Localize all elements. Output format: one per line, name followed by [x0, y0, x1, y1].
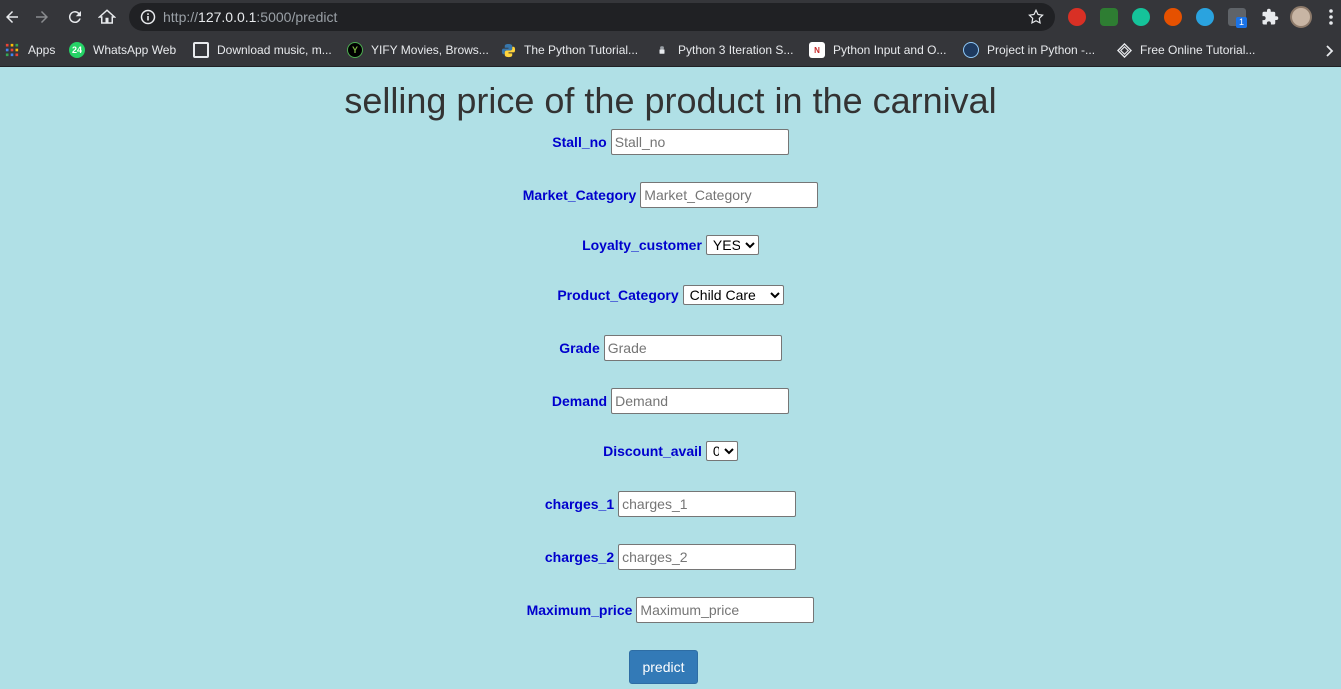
bookmark-star-icon[interactable]	[1027, 8, 1045, 26]
product-category-select[interactable]: Child Care	[682, 285, 784, 305]
extension-icon[interactable]	[1100, 8, 1118, 26]
bookmark-label: Python 3 Iteration S...	[678, 43, 794, 57]
form-row-grade: Grade	[0, 335, 1341, 361]
telegram-extension-icon[interactable]	[1196, 8, 1214, 26]
kebab-menu-icon[interactable]	[1326, 8, 1336, 26]
bookmark-label: YIFY Movies, Brows...	[371, 43, 489, 57]
form-row-loyalty-customer: Loyalty_customer YES	[0, 235, 1341, 255]
bookmark-label: Download music, m...	[217, 43, 332, 57]
form-row-maximum-price: Maximum_price	[0, 597, 1341, 623]
form-row-demand: Demand	[0, 388, 1341, 414]
address-bar[interactable]: http://127.0.0.1:5000/predict	[129, 3, 1055, 31]
back-arrow-icon	[6, 11, 18, 23]
bookmark-site-icon: N	[809, 42, 825, 58]
whatsapp-icon: 24	[69, 42, 85, 58]
reload-icon	[68, 11, 81, 24]
url-text: http://127.0.0.1:5000/predict	[163, 9, 337, 25]
discount-avail-label: Discount_avail	[603, 443, 702, 459]
tutorial-site-icon	[1116, 42, 1132, 58]
bookmark-label: The Python Tutorial...	[524, 43, 639, 57]
download-site-icon	[193, 42, 209, 58]
bookmark-python-iteration[interactable]: Python 3 Iteration S...	[654, 40, 793, 60]
url-prefix: http://	[163, 9, 199, 25]
adblock-extension-icon[interactable]	[1068, 8, 1086, 26]
maximum-price-label: Maximum_price	[526, 602, 633, 618]
python-icon	[500, 42, 516, 58]
bookmark-python-input-output[interactable]: N Python Input and O...	[809, 40, 946, 60]
url-host: 127.0.0.1	[198, 9, 257, 25]
form-row-charges-2: charges_2	[0, 544, 1341, 570]
extension-icon[interactable]	[1164, 8, 1182, 26]
globe-icon	[963, 42, 979, 58]
market-category-label: Market_Category	[522, 187, 637, 203]
bookmark-python-tutorial[interactable]: The Python Tutorial...	[500, 40, 638, 60]
loyalty-customer-label: Loyalty_customer	[582, 237, 702, 253]
forward-arrow-icon	[36, 11, 48, 23]
extension-badge: 1	[1236, 17, 1248, 28]
charges-1-input[interactable]	[618, 491, 797, 517]
maximum-price-input[interactable]	[636, 597, 815, 623]
demand-input[interactable]	[611, 388, 790, 414]
forward-button[interactable]	[30, 5, 54, 29]
apps-grid-icon	[4, 42, 20, 58]
form-row-stall-no: Stall_no	[0, 129, 1341, 155]
home-icon	[98, 9, 116, 24]
home-button[interactable]	[95, 5, 119, 29]
yify-icon: Y	[347, 42, 363, 58]
loyalty-customer-select[interactable]: YES	[705, 235, 759, 255]
bookmark-label: Project in Python -...	[987, 43, 1096, 57]
profile-avatar[interactable]	[1290, 6, 1312, 28]
charges-2-input[interactable]	[618, 544, 797, 570]
info-icon[interactable]	[140, 9, 156, 25]
predict-button[interactable]: predict	[629, 650, 698, 684]
stall-no-input[interactable]	[610, 129, 789, 155]
browser-toolbar: http://127.0.0.1:5000/predict 1	[0, 0, 1341, 34]
bookmark-download-music[interactable]: Download music, m...	[193, 40, 332, 60]
bookmark-label: Free Online Tutorial...	[1140, 43, 1256, 57]
bookmark-label: WhatsApp Web	[93, 43, 177, 57]
page-title: selling price of the product in the carn…	[344, 80, 997, 121]
bookmark-apps[interactable]: Apps	[4, 40, 55, 60]
stall-no-label: Stall_no	[552, 134, 607, 150]
form-row-market-category: Market_Category	[0, 182, 1341, 208]
charges-1-label: charges_1	[544, 496, 615, 512]
bookmark-label: Python Input and O...	[833, 43, 947, 57]
puzzle-extensions-icon[interactable]	[1261, 8, 1279, 26]
product-category-label: Product_Category	[557, 287, 679, 303]
bookmarks-bar: Apps 24 WhatsApp Web Download music, m..…	[0, 34, 1341, 67]
bookmark-whatsapp[interactable]: 24 WhatsApp Web	[69, 40, 176, 60]
url-path: :5000/predict	[256, 9, 338, 25]
form-row-product-category: Product_Category Child Care	[0, 285, 1341, 305]
bookmark-project-python[interactable]: Project in Python -...	[963, 40, 1095, 60]
back-button[interactable]	[0, 5, 24, 29]
charges-2-label: charges_2	[544, 549, 615, 565]
extension-icon[interactable]: 1	[1228, 8, 1248, 28]
discount-avail-select[interactable]: 0	[705, 441, 738, 461]
bookmark-label: Apps	[28, 43, 56, 57]
demand-label: Demand	[551, 393, 608, 409]
reload-button[interactable]	[63, 5, 87, 29]
bookmark-site-icon	[654, 42, 670, 58]
chevron-right-icon[interactable]	[1324, 45, 1336, 57]
form-row-charges-1: charges_1	[0, 491, 1341, 517]
market-category-input[interactable]	[640, 182, 819, 208]
form-row-discount-avail: Discount_avail 0	[0, 441, 1341, 461]
grammarly-extension-icon[interactable]	[1132, 8, 1150, 26]
grade-input[interactable]	[603, 335, 782, 361]
bookmark-free-online-tutorial[interactable]: Free Online Tutorial...	[1116, 40, 1255, 60]
whatsapp-badge: 24	[71, 45, 82, 55]
bookmark-yify[interactable]: Y YIFY Movies, Brows...	[347, 40, 489, 60]
grade-label: Grade	[559, 340, 600, 356]
